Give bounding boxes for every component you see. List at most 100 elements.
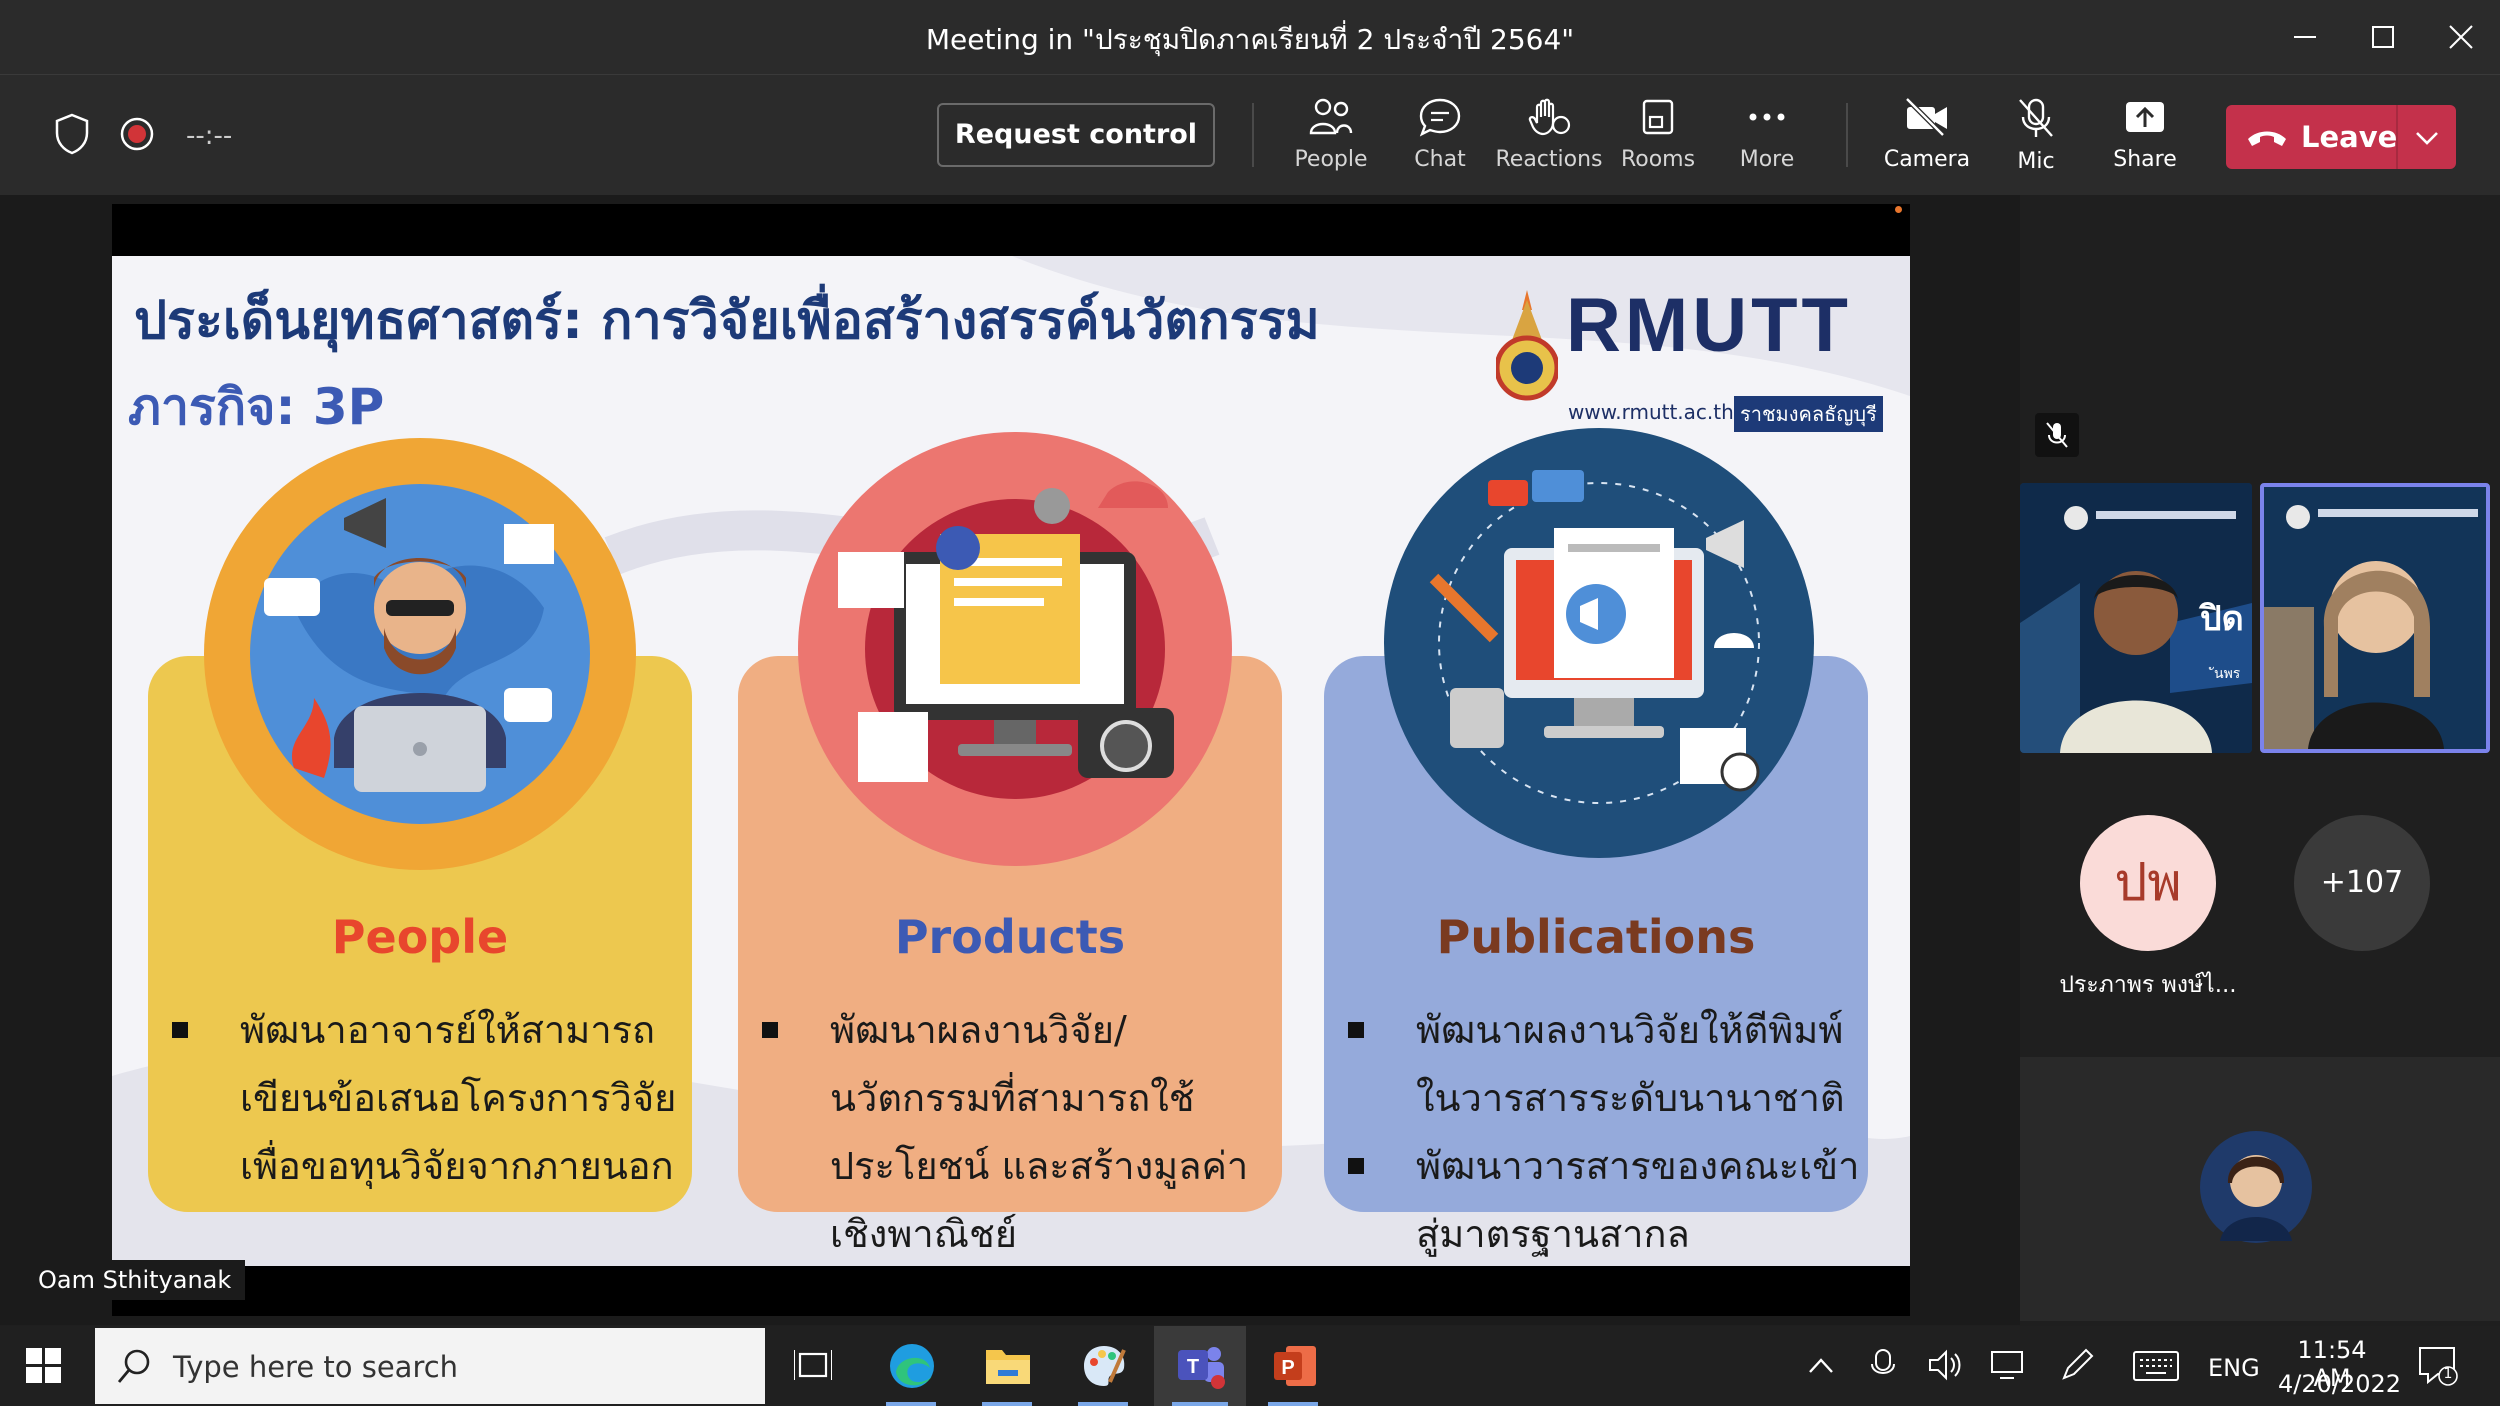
- mic-off-icon: [2019, 98, 2053, 137]
- hangup-icon: [2248, 131, 2286, 146]
- bullet-line: นวัตกรรมที่สามารถใช้: [830, 1076, 1195, 1120]
- maximize-button[interactable]: [2348, 10, 2418, 64]
- card-bullets: พัฒนาผลงานวิจัยให้ตีพิมพ์ ในวารสารระดับน…: [1348, 996, 1859, 1266]
- participants-panel: ปิด ันพร ปพ ประภาพร พงษ์ไ... +107: [2020, 195, 2500, 1325]
- leave-options-button[interactable]: [2398, 105, 2456, 169]
- rmutt-logo: RMUTT www.rmutt.ac.th ราชมงคลธัญบุรี: [1496, 282, 1886, 432]
- search-placeholder: Type here to search: [173, 1350, 459, 1384]
- bullet-line: พัฒนาวารสารของคณะเข้า: [1416, 1144, 1860, 1188]
- bullet-line: ประโยชน์ และสร้างมูลค่า: [830, 1144, 1249, 1188]
- logo-tag: ราชมงคลธัญบุรี: [1734, 396, 1883, 432]
- windows-start-icon[interactable]: [26, 1348, 62, 1384]
- bullet-item: พัฒนาผลงานวิจัย/ นวัตกรรมที่สามารถใช้ ปร…: [762, 996, 1248, 1266]
- university-emblem-icon: [1496, 290, 1558, 401]
- app-running-indicator: [1078, 1402, 1128, 1406]
- logo-url: www.rmutt.ac.th: [1568, 400, 1734, 424]
- participant-video-feed: [2264, 487, 2486, 749]
- people-button[interactable]: People: [1276, 89, 1386, 185]
- muted-indicator: [2035, 413, 2079, 457]
- presentation-slide: ประเด็นยุทธศาสตร์: การวิจัยเพื่อสร้างสรร…: [112, 256, 1910, 1266]
- file-explorer-button[interactable]: [964, 1326, 1050, 1406]
- rooms-button[interactable]: Rooms: [1603, 89, 1713, 185]
- keyboard-icon[interactable]: [2132, 1350, 2180, 1382]
- bullet-icon: [1348, 1022, 1364, 1038]
- bullet-line: ในวารสารระดับนานาชาติ: [1416, 1076, 1845, 1120]
- taskbar-search[interactable]: Type here to search: [95, 1328, 765, 1404]
- reactions-button[interactable]: Reactions: [1494, 89, 1604, 185]
- computer-media-icon: [838, 481, 1174, 799]
- teams-app-button[interactable]: T: [1154, 1326, 1246, 1406]
- pen-icon[interactable]: [2060, 1348, 2094, 1382]
- leave-label: Leave: [2301, 120, 2398, 154]
- indicator-dot: [1895, 206, 1902, 213]
- participant-avatar[interactable]: ปพ: [2080, 815, 2216, 951]
- shield-icon[interactable]: [54, 113, 90, 155]
- paint-palette-icon: [1084, 1346, 1126, 1386]
- bullet-line: พัฒนาผลงานวิจัยให้ตีพิมพ์: [1416, 1008, 1844, 1052]
- share-button[interactable]: Share: [2090, 89, 2200, 185]
- more-participants-button[interactable]: +107: [2294, 815, 2430, 951]
- paint-app-button[interactable]: [1060, 1326, 1146, 1406]
- minimize-button[interactable]: [2270, 10, 2340, 64]
- camera-button[interactable]: Camera: [1872, 89, 1982, 185]
- volume-icon[interactable]: [1928, 1348, 1964, 1382]
- powerpoint-icon: P: [1274, 1346, 1316, 1386]
- app-running-indicator: [1268, 1402, 1318, 1406]
- meeting-timer: --:--: [186, 121, 233, 151]
- more-button[interactable]: More: [1712, 89, 1822, 185]
- clock-date[interactable]: 4/20/2022: [2278, 1370, 2401, 1398]
- active-speaker-video[interactable]: [2260, 483, 2490, 753]
- notification-count: 1: [2443, 1366, 2453, 1382]
- card-bullets: พัฒนาอาจารย์ให้สามารถ เขียนข้อเสนอโครงกา…: [172, 996, 676, 1200]
- people-label: People: [1294, 147, 1368, 172]
- task-view-button[interactable]: [770, 1326, 856, 1406]
- card-heading: People: [331, 910, 509, 964]
- app-running-indicator: [886, 1402, 936, 1406]
- bullet-item: พัฒนาวารสารของคณะเข้า สู่มาตรฐานสากล: [1348, 1132, 1859, 1266]
- tile-overlay-text: ันพร: [2214, 666, 2241, 682]
- divider: [1846, 103, 1848, 167]
- bullet-icon: [762, 1022, 778, 1038]
- publications-illustration: [1384, 428, 1814, 858]
- logo-brand: RMUTT: [1566, 283, 1852, 368]
- people-icon: [1309, 98, 1353, 135]
- tile-overlay-text: ปิด: [2200, 599, 2244, 639]
- chevron-up-icon[interactable]: [1806, 1354, 1836, 1378]
- bullet-line: เชิงพาณิชย์: [830, 1212, 1018, 1256]
- language-indicator[interactable]: ENG: [2208, 1354, 2260, 1382]
- network-icon[interactable]: [1990, 1348, 2026, 1382]
- mic-label: Mic: [2017, 149, 2055, 174]
- chat-icon: [1419, 98, 1461, 137]
- participant-video[interactable]: ปิด ันพร: [2020, 483, 2252, 753]
- folder-icon: [986, 1350, 1030, 1384]
- more-icon: [1749, 113, 1785, 121]
- participant-name: ประภาพร พงษ์ไ...: [2059, 972, 2237, 998]
- bullet-line: พัฒนาผลงานวิจัย/: [830, 1008, 1127, 1052]
- close-button[interactable]: [2426, 10, 2496, 64]
- more-label: More: [1739, 147, 1795, 172]
- edge-app-button[interactable]: [868, 1326, 954, 1406]
- bullet-line: พัฒนาอาจารย์ให้สามารถ: [240, 1008, 656, 1052]
- windows-taskbar: Type here to search T P ENG 11:54 AM 4/2…: [0, 1326, 2500, 1406]
- publishing-icon: [1429, 470, 1760, 804]
- rooms-icon: [1642, 99, 1674, 135]
- reactions-label: Reactions: [1495, 147, 1603, 172]
- mic-button[interactable]: Mic: [1981, 89, 2091, 185]
- leave-main[interactable]: Leave: [2226, 105, 2398, 169]
- powerpoint-app-button[interactable]: P: [1250, 1326, 1336, 1406]
- slide-subtitle: ภารกิจ: 3P: [128, 378, 385, 436]
- bullet-icon: [1348, 1158, 1364, 1174]
- chat-button[interactable]: Chat: [1385, 89, 1495, 185]
- meeting-toolbar: --:-- Request control People Chat Reacti…: [0, 74, 2500, 195]
- slide-title: ประเด็นยุทธศาสตร์: การวิจัยเพื่อสร้างสรร…: [134, 291, 1320, 351]
- app-running-indicator: [982, 1402, 1032, 1406]
- bullet-line: เพื่อขอทุนวิจัยจากภายนอก: [240, 1144, 674, 1188]
- request-control-button[interactable]: Request control: [937, 103, 1215, 167]
- mic-off-icon: [2046, 422, 2068, 448]
- leave-button[interactable]: Leave: [2226, 105, 2456, 169]
- camera-off-icon: [1905, 97, 1947, 137]
- teams-icon: T: [1178, 1347, 1225, 1389]
- bullet-line: เขียนข้อเสนอโครงการวิจัย: [240, 1076, 677, 1120]
- meet-now-icon[interactable]: [1870, 1348, 1898, 1382]
- self-view[interactable]: [2020, 1057, 2500, 1321]
